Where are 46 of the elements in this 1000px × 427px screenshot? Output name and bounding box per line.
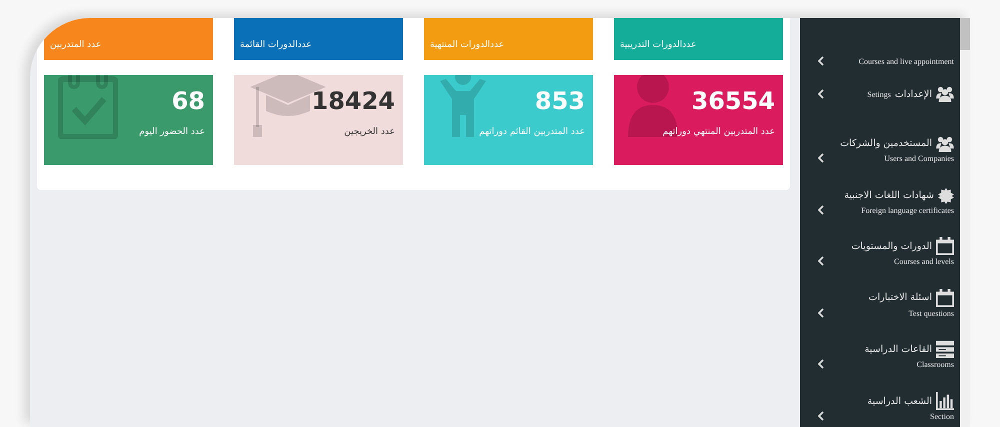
- server-icon: [936, 340, 954, 358]
- menu-label-english: Setings: [867, 90, 891, 99]
- menu-label-english: Users and Companies: [884, 154, 954, 163]
- stat-value: 18424: [312, 87, 395, 115]
- chevron-left-icon: [818, 204, 824, 214]
- menu-label-arabic: الدورات والمستويات: [851, 240, 932, 252]
- stat-label: عدد المتدربين: [50, 40, 102, 50]
- menu-label-arabic: اسئلة الاختبارات: [868, 292, 932, 304]
- chevron-left-icon: [818, 411, 824, 421]
- stat-label: عددالدورات القائمة: [240, 40, 312, 50]
- scrollbar[interactable]: [960, 18, 970, 427]
- stat-value: 68: [172, 87, 205, 115]
- users-icon: [936, 136, 954, 152]
- menu-label-arabic: القاعات الدراسية: [864, 344, 932, 355]
- scrollbar-thumb[interactable]: [960, 18, 970, 50]
- chevron-left-icon: [818, 56, 824, 66]
- menu-label-arabic: الإعدادات: [894, 88, 932, 100]
- menu-label-arabic: الشعب الدراسية: [867, 396, 932, 406]
- users-icon: [936, 86, 954, 102]
- chevron-left-icon: [818, 152, 824, 163]
- stat-label: عدد المتدربين القائم دوراتهم: [479, 127, 585, 137]
- chevron-left-icon: [818, 256, 824, 266]
- gear-icon: [938, 188, 954, 204]
- calendar-icon: [936, 237, 954, 256]
- menu-label-english: Foreign language certificates: [861, 206, 954, 214]
- menu-label-english: Test questions: [908, 308, 954, 318]
- stat-label: عدد الحضور اليوم: [139, 127, 205, 137]
- stat-label: عدد المتدربين المنتهي دوراتهم: [662, 127, 775, 137]
- stat-label: عددالدورات التدريبية: [620, 40, 696, 50]
- menu-label-english: Courses and live appointment: [858, 56, 954, 66]
- calendar-check-icon: [58, 75, 118, 139]
- chevron-left-icon: [818, 308, 824, 318]
- chevron-left-icon: [818, 89, 824, 100]
- stat-value: 36554: [692, 87, 775, 115]
- sidebar-item[interactable]: Courses and live appointment: [800, 20, 960, 72]
- menu-label-english: Classrooms: [916, 360, 954, 370]
- menu-label-arabic: شهادات اللغات الاجنبية: [844, 190, 934, 201]
- menu-label-english: Section: [930, 412, 954, 421]
- bar-chart-icon: [936, 392, 954, 410]
- chevron-left-icon: [818, 359, 824, 370]
- menu-label-english: Courses and levels: [894, 257, 954, 266]
- stat-label: عدد الخريجين: [344, 127, 395, 137]
- calendar-icon: [936, 288, 954, 307]
- stat-value: 853: [534, 87, 585, 115]
- stat-label: عددالدورات المنتهية: [430, 40, 504, 50]
- menu-label-arabic: المستخدمين والشركات: [840, 138, 932, 150]
